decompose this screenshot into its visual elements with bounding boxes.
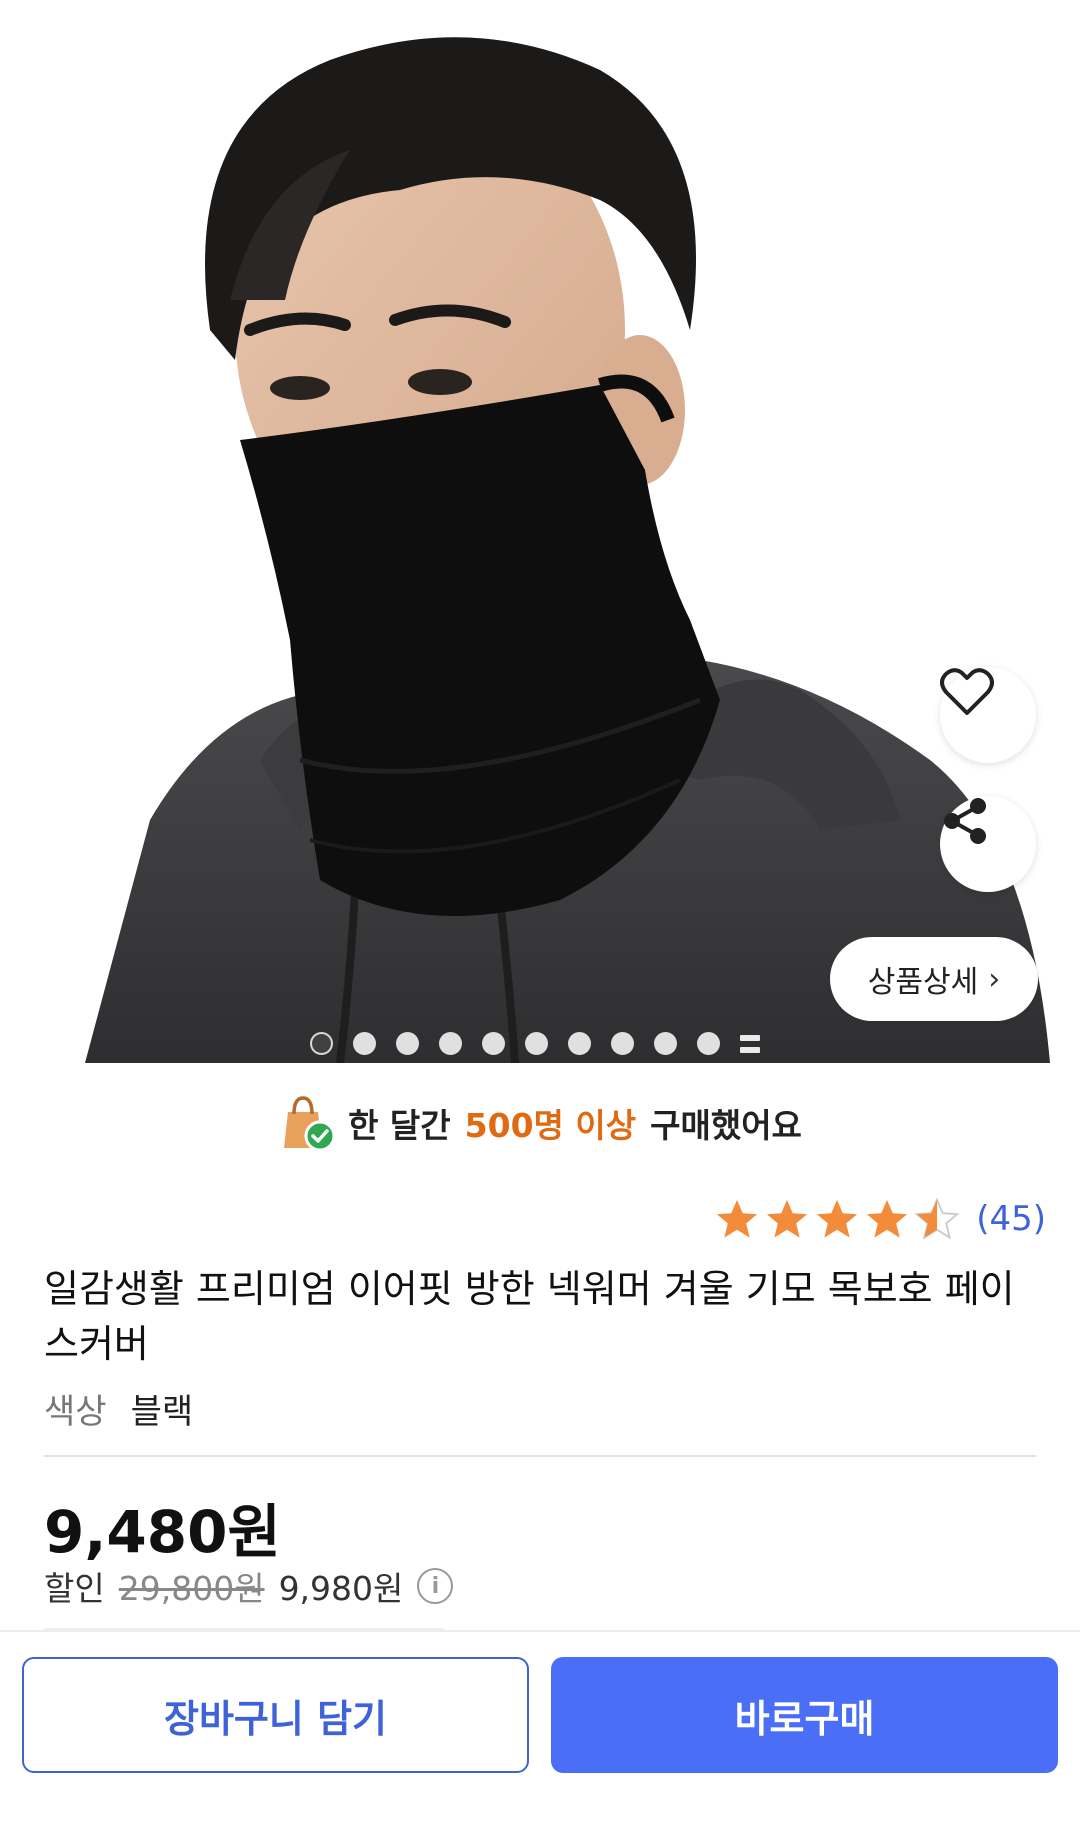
share-button[interactable] — [940, 796, 1036, 892]
star-full-icon — [717, 1199, 758, 1238]
carousel-dot[interactable] — [568, 1032, 591, 1055]
star-full-icon — [867, 1199, 908, 1238]
product-detail-button[interactable]: 상품상세 › — [830, 937, 1038, 1021]
carousel-dot[interactable] — [439, 1032, 462, 1055]
review-count[interactable]: (45) — [976, 1199, 1046, 1239]
heart-icon — [940, 668, 994, 715]
option-label: 색상 — [44, 1392, 107, 1432]
carousel-indicator[interactable] — [310, 1032, 760, 1055]
option-value: 블랙 — [130, 1392, 194, 1432]
banner-prefix: 한 달간 — [348, 1106, 451, 1145]
carousel-dot[interactable] — [697, 1032, 720, 1055]
shopping-bag-check-icon — [284, 1096, 335, 1152]
product-detail-label: 상품상세 — [867, 965, 979, 1000]
star-full-icon — [767, 1199, 808, 1238]
discount-label: 할인 — [44, 1569, 105, 1608]
info-icon[interactable]: i — [417, 1568, 454, 1604]
carousel-dot[interactable] — [396, 1032, 419, 1055]
chevron-right-icon: › — [988, 961, 1001, 997]
selected-option: 색상 블랙 — [44, 1384, 193, 1433]
share-icon — [944, 798, 986, 844]
carousel-dot[interactable] — [310, 1032, 333, 1055]
banner-suffix: 구매했어요 — [650, 1106, 802, 1145]
carousel-dot[interactable] — [654, 1032, 677, 1055]
original-price: 29,800원 — [118, 1569, 265, 1608]
wishlist-button[interactable] — [940, 667, 1036, 763]
compare-price: 9,980원 — [278, 1569, 404, 1608]
carousel-dot[interactable] — [611, 1032, 634, 1055]
star-half-icon — [914, 1197, 960, 1240]
product-rating[interactable]: (45) — [714, 1196, 1046, 1242]
divider — [44, 1455, 1036, 1457]
banner-highlight: 500명 이상 — [464, 1106, 637, 1145]
product-image[interactable]: 상품상세 › — [0, 0, 1080, 1063]
star-full-icon — [817, 1199, 858, 1238]
add-to-cart-button[interactable]: 장바구니 담기 — [22, 1657, 529, 1773]
sale-price: 9,480원 — [44, 1498, 281, 1566]
carousel-dot[interactable] — [482, 1032, 505, 1055]
product-photo — [0, 0, 1080, 1063]
discount-info: 할인 29,800원 9,980원 i — [44, 1562, 454, 1610]
carousel-more-icon[interactable] — [740, 1034, 760, 1053]
carousel-dot[interactable] — [353, 1032, 376, 1055]
product-title: 일감생활 프리미엄 이어핏 방한 넥워머 겨울 기모 목보호 페이스커버 — [44, 1267, 1015, 1366]
purchase-count-banner: 한 달간 500명 이상 구매했어요 — [0, 1083, 1080, 1163]
buy-now-button[interactable]: 바로구매 — [551, 1657, 1058, 1773]
carousel-dot[interactable] — [525, 1032, 548, 1055]
